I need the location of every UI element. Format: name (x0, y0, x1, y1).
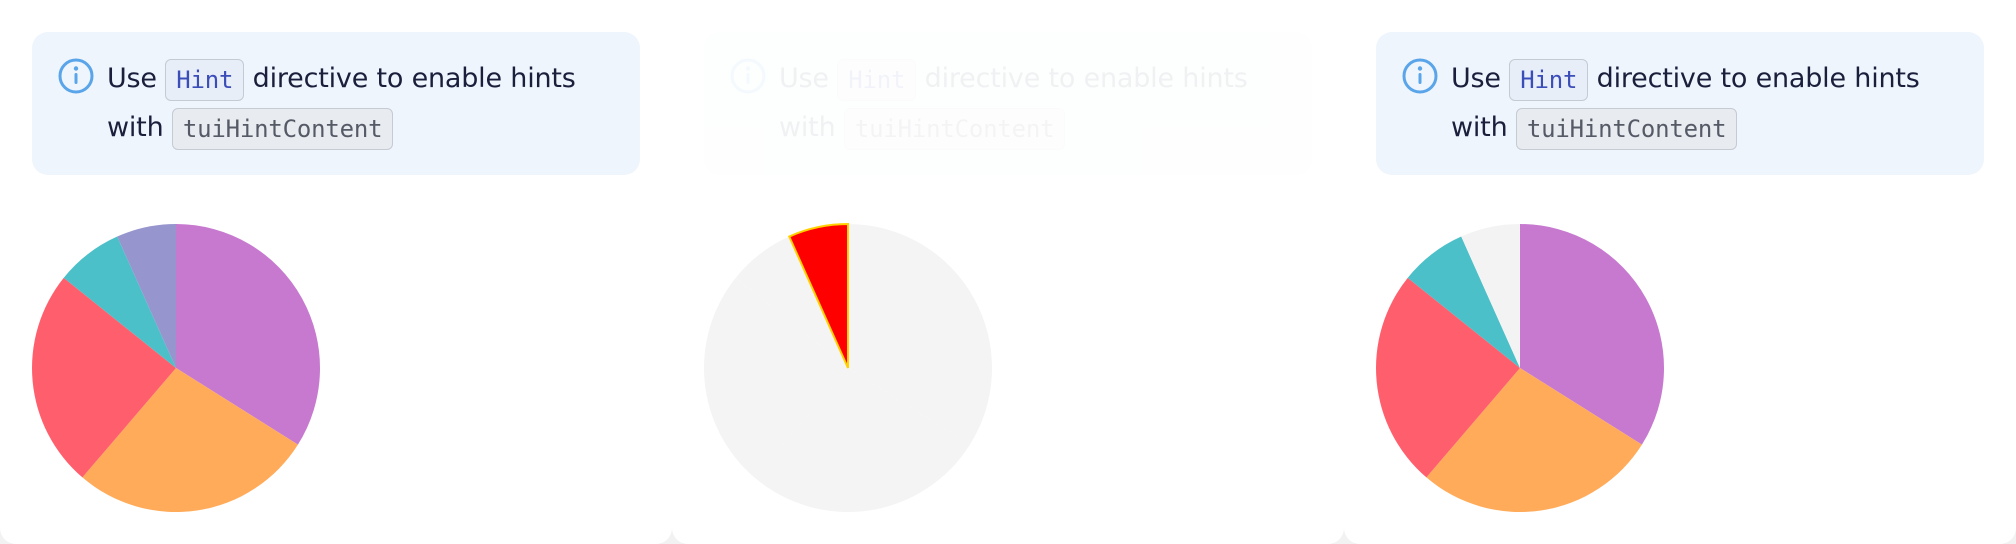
notice-use: Use (779, 63, 829, 94)
code-hint-content: tuiHintContent (1515, 107, 1738, 150)
code-hint-content: tuiHintContent (843, 107, 1066, 150)
hint-notice: Use Hint directive to enable hints with … (32, 32, 640, 175)
hint-notice: Use Hint directive to enable hints with … (704, 32, 1312, 175)
pie-chart (1376, 224, 1665, 513)
demo-panel-slice-hidden: Use Hint directive to enable hints with … (1344, 0, 2016, 544)
notice-text: Use Hint directive to enable hints with … (779, 54, 1309, 152)
notice-text: Use Hint directive to enable hints with … (107, 54, 637, 152)
info-icon (1402, 58, 1438, 94)
code-hint: Hint (1509, 58, 1589, 101)
code-hint: Hint (165, 58, 245, 101)
hint-notice: Use Hint directive to enable hints with … (1376, 32, 1984, 175)
pie-chart (32, 224, 321, 513)
notice-use: Use (107, 63, 157, 94)
notice-text: Use Hint directive to enable hints with … (1451, 54, 1981, 152)
demo-panel-default: Use Hint directive to enable hints with … (0, 0, 672, 544)
code-hint-content: tuiHintContent (171, 107, 394, 150)
info-icon (58, 58, 94, 94)
info-icon (730, 58, 766, 94)
demo-panel-hovered: Use Hint directive to enable hints with … (672, 0, 1344, 544)
pie-chart (704, 222, 993, 513)
code-hint: Hint (837, 58, 917, 101)
pie-chart-demo: Use Hint directive to enable hints with … (0, 0, 2016, 544)
notice-use: Use (1451, 63, 1501, 94)
